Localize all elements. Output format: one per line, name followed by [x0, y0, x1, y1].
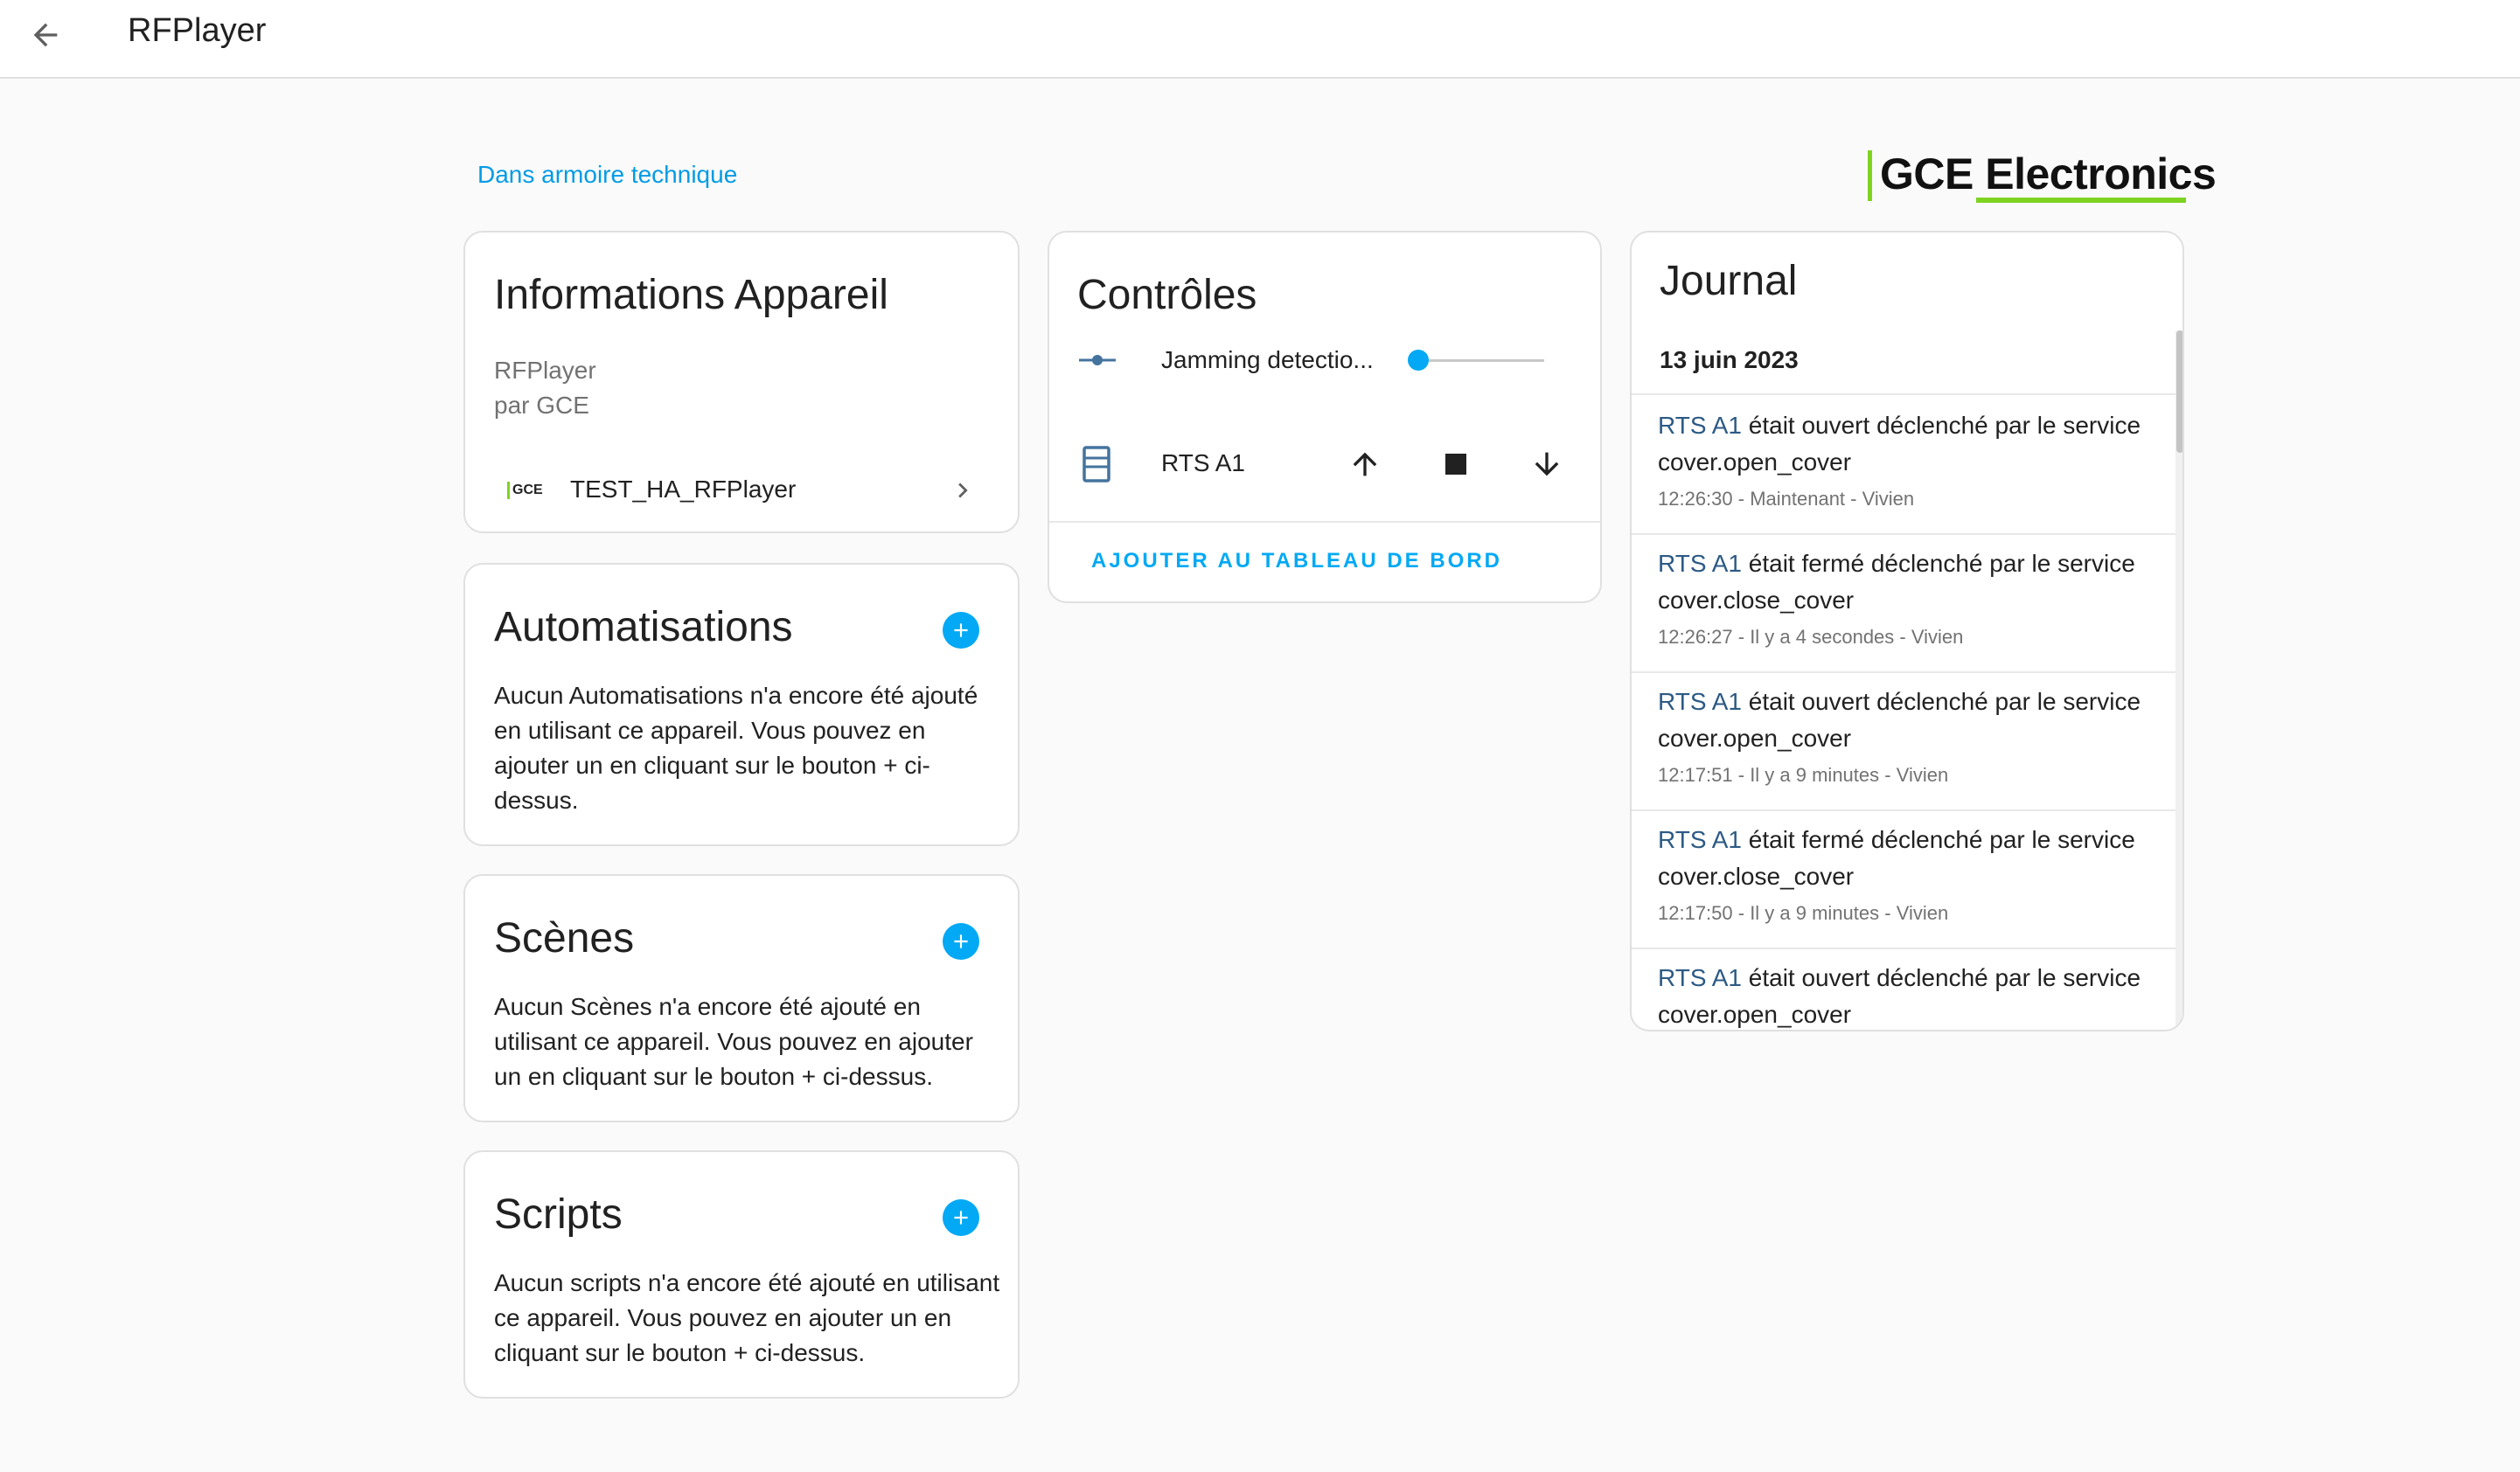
journal-action: était fermé déclenché par le service [1741, 826, 2135, 853]
journal-date: 13 juin 2023 [1660, 346, 1799, 373]
device-info-title: Informations Appareil [494, 272, 888, 318]
device-manufacturer: par GCE [494, 392, 589, 419]
journal-title: Journal [1660, 258, 1798, 304]
journal-meta: 12:26:27 - Il y a 4 secondes - Vivien [1658, 626, 1964, 648]
automations-title: Automatisations [494, 604, 793, 650]
scenes-card: Scènes Aucun Scènes n'a encore été ajout… [463, 874, 1020, 1122]
journal-card: Journal 13 juin 2023 RTS A1 était ouvert… [1630, 231, 2184, 1031]
journal-entry: RTS A1 était fermé déclenché par le serv… [1658, 545, 2148, 652]
brand-logo-text: GCE Electronics [1880, 149, 2217, 198]
cover-stop-button[interactable] [1432, 441, 1479, 488]
cover-open-button[interactable] [1341, 441, 1389, 488]
integration-entry-label: TEST_HA_RFPlayer [570, 476, 797, 503]
jamming-slider[interactable] [1408, 343, 1548, 378]
area-link[interactable]: Dans armoire technique [477, 161, 737, 189]
journal-action: était ouvert déclenché par le service [1741, 964, 2141, 991]
controls-title: Contrôles [1077, 272, 1257, 318]
jamming-label: Jamming detectio... [1161, 346, 1374, 373]
journal-action: était fermé déclenché par le service [1741, 550, 2135, 577]
scripts-title: Scripts [494, 1191, 623, 1238]
journal-service: cover.close_cover [1658, 587, 1855, 614]
arrow-down-icon [1535, 452, 1559, 476]
journal-service: cover.close_cover [1658, 863, 1855, 890]
arrow-left-icon [33, 23, 58, 47]
controls-divider [1049, 521, 1600, 523]
journal-entry-divider [1632, 809, 2175, 811]
journal-entity-link[interactable]: RTS A1 [1658, 688, 1742, 715]
automations-empty-text: Aucun Automatisations n'a encore été ajo… [494, 682, 978, 814]
arrow-up-icon [1353, 452, 1377, 476]
journal-meta: 12:17:50 - Il y a 9 minutes - Vivien [1658, 902, 1949, 924]
cover-close-button[interactable] [1523, 441, 1570, 488]
journal-entry: RTS A1 était ouvert déclenché par le ser… [1658, 407, 2148, 514]
window-shutter-icon [1082, 446, 1110, 483]
journal-entity-link[interactable]: RTS A1 [1658, 550, 1742, 577]
journal-meta: 12:17:51 - Il y a 9 minutes - Vivien [1658, 764, 1949, 786]
journal-entry: RTS A1 était ouvert déclenché par le ser… [1658, 684, 2148, 790]
jamming-slider-thumb[interactable] [1408, 350, 1429, 371]
brand-logo: GCE Electronics [1868, 149, 2217, 203]
gce-logo-icon: GCE [507, 479, 543, 502]
plus-icon [954, 623, 968, 637]
page-title: RFPlayer [128, 12, 267, 49]
scripts-empty-text: Aucun scripts n'a encore été ajouté en u… [494, 1269, 1000, 1366]
device-model: RFPlayer [494, 357, 596, 384]
brand-logo-underline [1976, 198, 2186, 203]
add-to-dashboard-button[interactable]: AJOUTER AU TABLEAU DE BORD [1091, 549, 1502, 573]
journal-meta: 12:26:30 - Maintenant - Vivien [1658, 488, 1915, 510]
journal-scrollbar-thumb[interactable] [2176, 330, 2182, 453]
chevron-right-icon [958, 483, 968, 498]
slider-icon [1079, 355, 1116, 365]
journal-entry-divider [1632, 948, 2175, 949]
journal-service: cover.open_cover [1658, 1001, 1852, 1028]
integration-row[interactable]: GCE TEST_HA_RFPlayer [465, 460, 1018, 523]
journal-service: cover.open_cover [1658, 725, 1852, 752]
journal-action: était ouvert déclenché par le service [1741, 412, 2141, 439]
back-button[interactable] [19, 9, 72, 61]
stop-icon [1445, 454, 1466, 475]
journal-entry-divider [1632, 533, 2175, 535]
add-scene-button[interactable] [943, 923, 979, 960]
scenes-title: Scènes [494, 915, 635, 962]
brand-logo-bar [1868, 150, 1872, 201]
automations-card: Automatisations Aucun Automatisations n'… [463, 563, 1020, 846]
journal-entity-link[interactable]: RTS A1 [1658, 412, 1742, 439]
top-app-bar: RFPlayer [0, 0, 2520, 79]
controls-card: Contrôles Jamming detectio... RTS A1 AJO… [1048, 231, 1602, 603]
device-info-card: Informations Appareil RFPlayer par GCE G… [463, 231, 1020, 533]
add-script-button[interactable] [943, 1199, 979, 1236]
journal-entry-divider [1632, 671, 2175, 673]
journal-entry: RTS A1 était fermé déclenché par le serv… [1658, 822, 2148, 928]
journal-entity-link[interactable]: RTS A1 [1658, 826, 1742, 853]
scripts-card: Scripts Aucun scripts n'a encore été ajo… [463, 1150, 1020, 1399]
plus-icon [954, 1211, 968, 1225]
journal-entry: RTS A1 était ouvert déclenché par le ser… [1658, 960, 2148, 1030]
journal-action: était ouvert déclenché par le service [1741, 688, 2141, 715]
journal-scrollbar[interactable] [2175, 330, 2182, 1030]
journal-service: cover.open_cover [1658, 448, 1852, 476]
journal-scroll-area[interactable]: RTS A1 était ouvert déclenché par le ser… [1632, 395, 2182, 1030]
journal-entity-link[interactable]: RTS A1 [1658, 964, 1742, 991]
scenes-empty-text: Aucun Scènes n'a encore été ajouté en ut… [494, 993, 973, 1090]
plus-icon [954, 934, 968, 948]
cover-label: RTS A1 [1161, 449, 1245, 476]
add-automation-button[interactable] [943, 612, 979, 649]
